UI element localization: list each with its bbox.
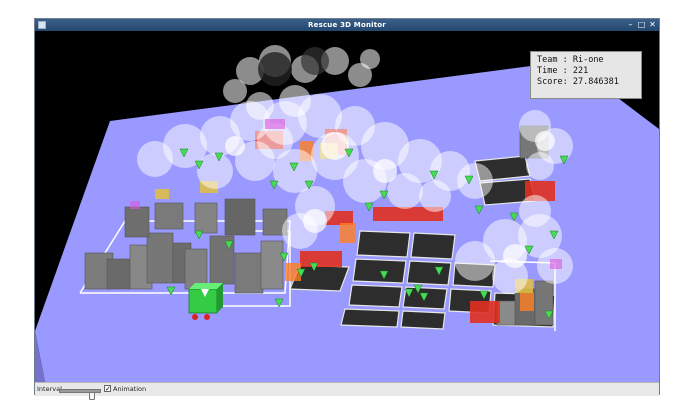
dark-smoke bbox=[301, 47, 329, 75]
team-label: Team bbox=[537, 55, 558, 65]
time-value: 221 bbox=[572, 66, 589, 76]
score-label: Score bbox=[537, 77, 563, 87]
team-value: Ri-one bbox=[572, 55, 604, 65]
score-panel: Team : Ri-one Time : 221 Score: 27.84638… bbox=[530, 51, 642, 99]
control-bar: Interval ✓ Animation bbox=[35, 382, 659, 400]
time-label: Time bbox=[537, 66, 558, 76]
maximize-button[interactable]: □ bbox=[637, 20, 646, 29]
score-row: Score: 27.846381 bbox=[537, 77, 619, 87]
animation-checkbox[interactable]: ✓ bbox=[104, 385, 111, 393]
animation-label: Animation bbox=[113, 385, 147, 393]
window-title: Rescue 3D Monitor bbox=[308, 21, 386, 29]
minimize-button[interactable]: – bbox=[626, 20, 635, 29]
close-button[interactable]: ✕ bbox=[648, 20, 657, 29]
title-bar[interactable]: Rescue 3D Monitor – □ ✕ bbox=[35, 19, 659, 31]
interval-slider[interactable] bbox=[59, 389, 101, 400]
time-row: Time : 221 bbox=[537, 66, 589, 76]
interval-slider-thumb[interactable] bbox=[89, 392, 95, 400]
score-value: 27.846381 bbox=[572, 77, 619, 87]
monitor-window: Rescue 3D Monitor – □ ✕ Team: Ri-one Ti… bbox=[34, 18, 660, 400]
team-row: Team : Ri-one bbox=[537, 55, 604, 65]
dark-smoke bbox=[258, 52, 292, 86]
3d-viewport[interactable]: Team : Ri-one Time : 221 Score: 27.84638… bbox=[35, 31, 659, 382]
